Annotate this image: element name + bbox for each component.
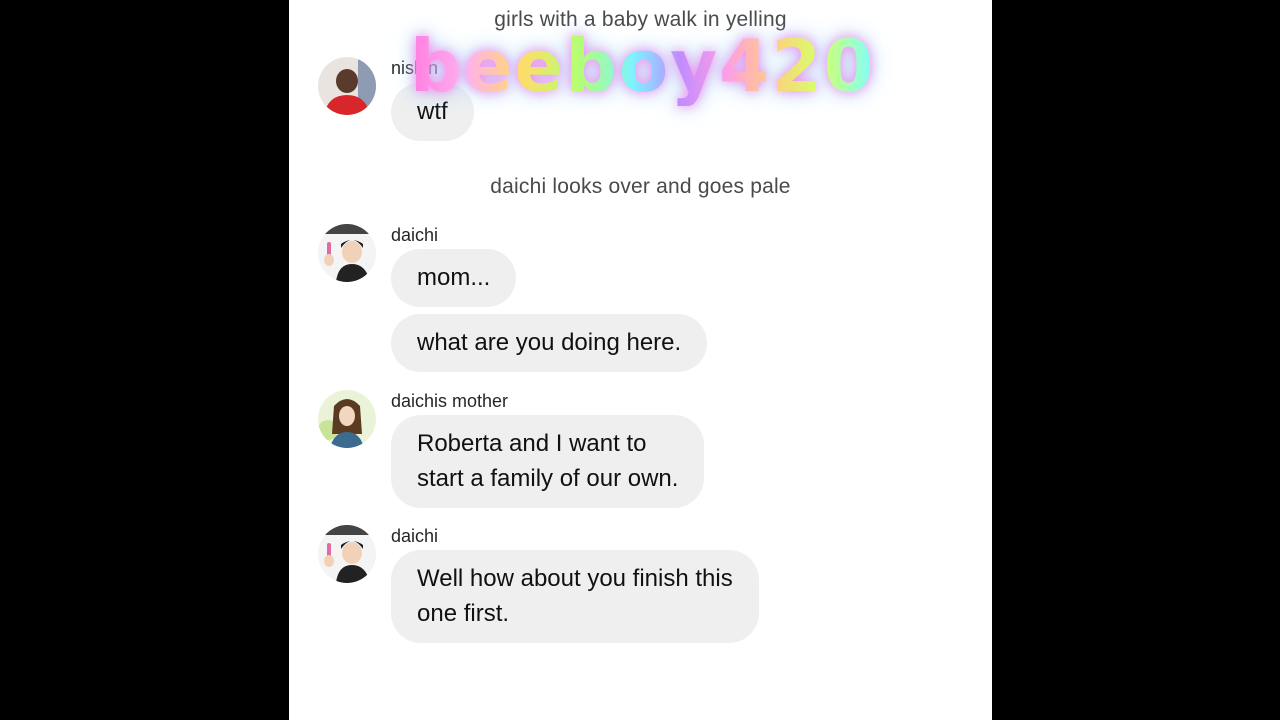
chat-screen: girls with a baby walk in yelling nishin… [289, 0, 992, 720]
daichi-avatar-icon[interactable] [318, 525, 376, 583]
red-shirt-avatar-icon[interactable] [318, 57, 376, 115]
sender-name: daichis mother [391, 391, 509, 411]
watermark-text: beeboy420 [410, 24, 876, 108]
mother-avatar-icon[interactable] [318, 390, 376, 448]
video-frame: girls with a baby walk in yelling nishin… [0, 0, 1280, 720]
sender-name: daichi [391, 526, 439, 546]
message-bubble[interactable]: what are you doing here. [391, 314, 708, 372]
sender-name: daichi [391, 225, 439, 245]
message-bubble[interactable]: mom... [391, 249, 517, 307]
narration-note-middle: daichi looks over and goes pale [490, 175, 791, 198]
message-bubble[interactable]: Roberta and I want to start a family of … [391, 415, 705, 508]
daichi-avatar-icon[interactable] [318, 224, 376, 282]
message-bubble[interactable]: Well how about you finish this one first… [391, 550, 759, 643]
